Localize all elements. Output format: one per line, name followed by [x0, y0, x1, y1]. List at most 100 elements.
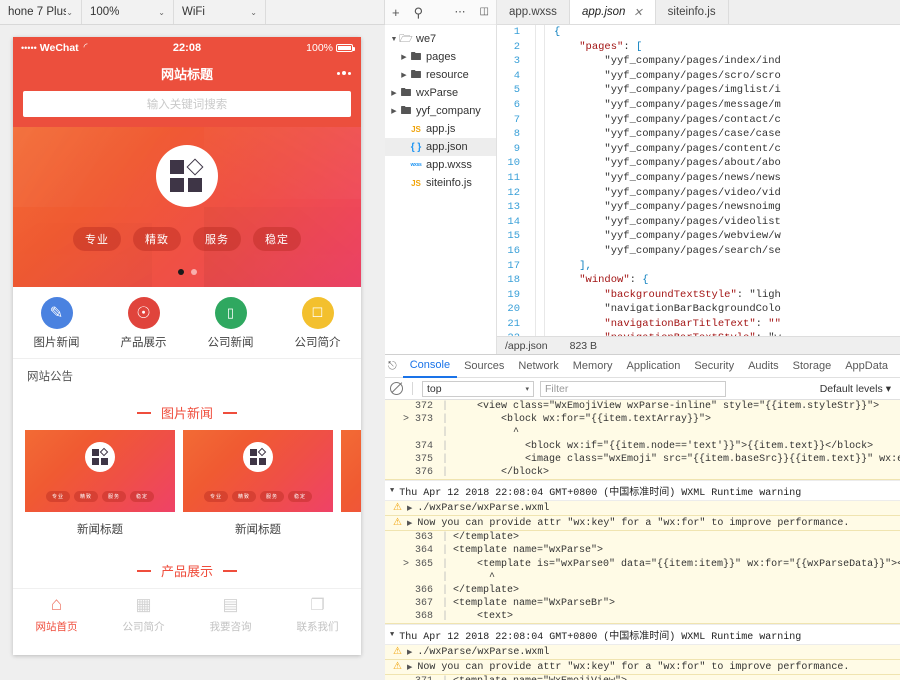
- tree-item-wxparse[interactable]: ▶ 🖿 wxParse: [385, 84, 496, 102]
- chevron-right-icon[interactable]: ▶: [399, 53, 409, 61]
- tab-network[interactable]: Network: [511, 355, 565, 378]
- console-code-text: <view class="WxEmojiView wxParse-inline"…: [453, 401, 880, 412]
- expand-arrow-icon[interactable]: ▶: [407, 663, 412, 672]
- site-notice[interactable]: 网站公告: [13, 358, 361, 393]
- chevron-right-icon[interactable]: ▶: [399, 71, 409, 79]
- expand-triangle-icon[interactable]: ▼: [390, 487, 394, 495]
- console-timestamp-row[interactable]: ▼ Thu Apr 12 2018 22:08:04 GMT+0800 (中国标准…: [385, 624, 900, 646]
- code-text: "yyf_company/pages/imglist/i: [554, 84, 781, 97]
- tab-wx[interactable]: Wx: [895, 355, 900, 378]
- tab-appdata[interactable]: AppData: [838, 355, 895, 378]
- tree-item-app-js[interactable]: JS app.js: [385, 120, 496, 138]
- gutter-pipe: |: [442, 598, 449, 610]
- quick-nav-item[interactable]: ☐ 公司简介: [274, 297, 361, 350]
- close-icon[interactable]: ✕: [633, 6, 642, 19]
- more-dots-icon[interactable]: [337, 71, 351, 75]
- tree-item-yyf-company[interactable]: ▶ 🖿 yyf_company: [385, 102, 496, 120]
- clipboard-icon: ▤: [222, 595, 239, 614]
- file-size-label: 823 B: [569, 339, 598, 352]
- console-output[interactable]: 372 | <view class="WxEmojiView wxParse-in…: [385, 400, 900, 680]
- console-filter-input[interactable]: Filter: [540, 380, 726, 397]
- news-card[interactable]: 专业 精致 服务 稳定 新闻标题: [25, 430, 175, 547]
- tree-item-pages[interactable]: ▶ 🖿 pages: [385, 48, 496, 66]
- console-warning-row[interactable]: ⚠ ▶ ./wxParse/wxParse.wxml: [385, 645, 900, 661]
- network-select[interactable]: WiFi ⌄: [174, 0, 266, 24]
- tree-item-siteinfo-js[interactable]: JS siteinfo.js: [385, 174, 496, 192]
- clear-console-icon[interactable]: [390, 382, 403, 395]
- console-timestamp-row[interactable]: ▼ Thu Apr 12 2018 22:08:04 GMT+0800 (中国标准…: [385, 480, 900, 502]
- expand-arrow-icon[interactable]: ▶: [407, 648, 412, 657]
- chevron-right-icon[interactable]: ▶: [389, 107, 399, 115]
- console-line-number: 364: [414, 545, 433, 557]
- hero-banner[interactable]: 专业 精致 服务 稳定: [13, 127, 361, 287]
- news-card-scroller[interactable]: 专业 精致 服务 稳定 新闻标题 专业 精致 服务 稳定 新闻标题: [13, 430, 361, 547]
- tab-console[interactable]: Console: [402, 355, 458, 378]
- warning-line: ⚠ ▶ Now you can provide attr "wx:key" for …: [385, 516, 900, 530]
- tab-security[interactable]: Security: [687, 355, 741, 378]
- search-icon[interactable]: ⚲: [414, 6, 424, 19]
- console-warning-row[interactable]: ⚠ ▶ Now you can provide attr "wx:key" for …: [385, 660, 900, 676]
- tree-item-app-wxss[interactable]: wxss app.wxss: [385, 156, 496, 174]
- carousel-dot-active[interactable]: [177, 269, 184, 275]
- device-select[interactable]: hone 7 Plus ⌄: [0, 0, 82, 24]
- news-card[interactable]: 专业 精致 服务 稳定 新闻标题: [183, 430, 333, 547]
- search-input[interactable]: 输入关键词搜索: [23, 91, 351, 117]
- quick-nav-item[interactable]: ☉ 产品展示: [100, 297, 187, 350]
- code-content[interactable]: 1{2 "pages": [3 "yyf_company/pages/index…: [497, 25, 900, 336]
- console-warning-row[interactable]: ⚠ ▶ Now you can provide attr "wx:key" for …: [385, 516, 900, 532]
- tree-item-app-json[interactable]: { } app.json: [385, 138, 496, 156]
- execution-context-select[interactable]: top ▾: [422, 380, 534, 397]
- carousel-dots[interactable]: [13, 269, 361, 275]
- tabbar-item-home[interactable]: ⌂ 网站首页: [13, 594, 100, 634]
- expand-arrow-icon[interactable]: ▶: [407, 519, 412, 528]
- quick-nav-item[interactable]: ▯ 公司新闻: [187, 297, 274, 350]
- zoom-select[interactable]: 100% ⌄: [82, 0, 174, 24]
- chevron-down-icon[interactable]: ▼: [389, 36, 399, 43]
- tab-app-json[interactable]: app.json ✕: [569, 0, 656, 24]
- console-line-number: > 365: [402, 558, 433, 570]
- banner-tag: 稳定: [253, 227, 301, 251]
- warning-triangle-icon: ⚠: [393, 518, 402, 530]
- tab-siteinfo-js[interactable]: siteinfo.js: [655, 0, 729, 24]
- tab-memory[interactable]: Memory: [566, 355, 620, 378]
- console-warning-row[interactable]: ⚠ ▶ ./wxParse/wxParse.wxml: [385, 501, 900, 517]
- tab-sources[interactable]: Sources: [457, 355, 511, 378]
- expand-arrow-icon[interactable]: ▶: [407, 504, 412, 513]
- tab-app-wxss[interactable]: app.wxss: [497, 0, 570, 24]
- code-text: "yyf_company/pages/news/news: [554, 171, 781, 184]
- code-line: 13 "yyf_company/pages/newsnoimg: [497, 200, 900, 215]
- tabbar-item-consult[interactable]: ▤ 我要咨询: [187, 594, 274, 634]
- plus-icon[interactable]: +: [392, 6, 400, 19]
- tree-item-we7[interactable]: ▼ 🗁 we7: [385, 30, 496, 48]
- code-line: 19 "backgroundTextStyle": "ligh: [497, 287, 900, 303]
- warning-line: ⚠ ▶ Now you can provide attr "wx:key" for …: [385, 660, 900, 674]
- console-code-line: > 373 | <block wx:for="{{item.textArray}}…: [385, 413, 900, 426]
- tab-audits[interactable]: Audits: [741, 355, 786, 378]
- zoom-select-value: 100%: [90, 6, 120, 18]
- news-thumbnail: 专业 精致 服务 稳定: [183, 430, 333, 512]
- js-file-icon: JS: [411, 124, 421, 134]
- more-horizontal-icon[interactable]: ⋯: [455, 6, 466, 18]
- collapse-panel-icon[interactable]: ◫: [480, 7, 489, 17]
- code-line: 1{: [497, 25, 900, 40]
- news-card[interactable]: 新闻标题: [341, 430, 361, 547]
- tabbar-item-profile[interactable]: ▦ 公司简介: [100, 594, 187, 634]
- expand-triangle-icon[interactable]: ▼: [390, 631, 394, 639]
- editor-area: + ⚲ ⋯ ◫ ▼ 🗁 we7 ▶ 🖿 pages ▶ 🖿 resource ▶…: [385, 0, 900, 355]
- quick-nav-item[interactable]: ✎ 图片新闻: [13, 297, 100, 350]
- tab-application[interactable]: Application: [620, 355, 688, 378]
- tabbar-label: 公司简介: [122, 621, 165, 633]
- log-levels-select[interactable]: Default levels ▾: [820, 383, 891, 395]
- inspect-element-icon[interactable]: ⎋: [388, 360, 397, 373]
- tree-item-resource[interactable]: ▶ 🖿 resource: [385, 66, 496, 84]
- code-line: 4 "yyf_company/pages/scro/scro: [497, 68, 900, 84]
- line-number: 3: [513, 55, 520, 68]
- console-line-number: 375: [414, 453, 433, 465]
- tab-storage[interactable]: Storage: [786, 355, 839, 378]
- tabbar-item-contact[interactable]: ❐ 联系我们: [274, 594, 361, 634]
- indent-guide: [535, 25, 536, 40]
- chevron-right-icon[interactable]: ▶: [389, 89, 399, 97]
- tree-item-label: we7: [416, 33, 437, 45]
- code-text: "backgroundTextStyle": "ligh: [604, 288, 781, 301]
- carousel-dot[interactable]: [190, 269, 197, 275]
